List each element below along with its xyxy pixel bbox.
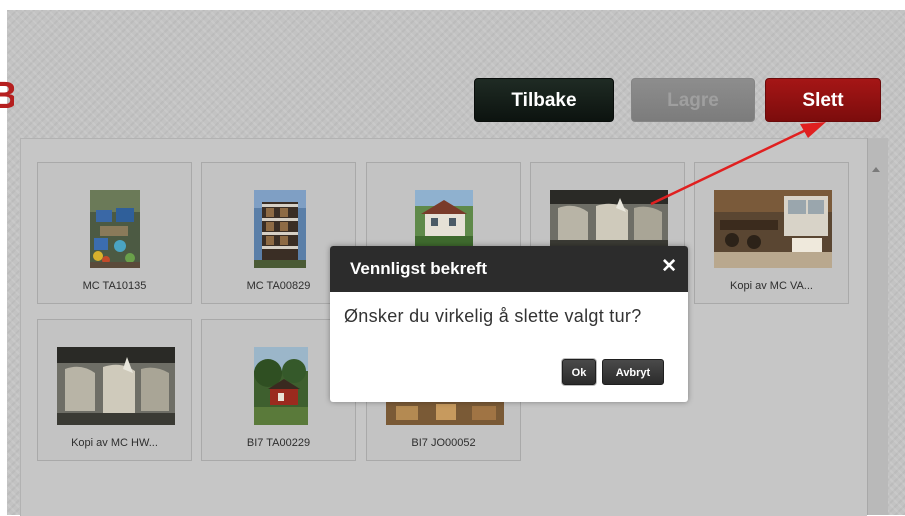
- tile-label: MC TA10135: [82, 280, 147, 292]
- tile-label: BI7 TA00229: [246, 437, 311, 449]
- white-house-photo: [415, 190, 473, 248]
- save-button[interactable]: Lagre: [631, 78, 755, 122]
- vertical-scrollbar[interactable]: [867, 138, 888, 515]
- ok-button[interactable]: Ok: [562, 359, 596, 385]
- gallery-tile[interactable]: MC TA10135: [37, 162, 192, 304]
- back-button[interactable]: Tilbake: [474, 78, 614, 122]
- scroll-up-arrow-icon[interactable]: [872, 167, 880, 172]
- cancel-button[interactable]: Avbryt: [602, 359, 664, 385]
- gallery-tile[interactable]: Kopi av MC VA...: [694, 162, 849, 304]
- lounge-chairs-photo: [57, 347, 175, 425]
- dialog-title: Vennligst bekreft: [350, 259, 487, 278]
- interior-photo: [386, 402, 504, 425]
- delete-button[interactable]: Slett: [765, 78, 881, 122]
- top-edge: [0, 0, 905, 10]
- dialog-header: Vennligst bekreft ✕: [330, 246, 688, 292]
- tile-label: Kopi av MC HW...: [71, 437, 158, 449]
- lounge-chairs-photo: [550, 190, 668, 248]
- red-cabin-photo: [254, 347, 308, 425]
- tile-label: Kopi av MC VA...: [730, 280, 813, 292]
- tile-label: BI7 JO00052: [411, 437, 476, 449]
- garden-patio-photo: [90, 190, 140, 268]
- kitchen-interior-photo: [714, 190, 832, 268]
- close-icon[interactable]: ✕: [661, 257, 677, 277]
- gallery-tile[interactable]: Kopi av MC HW...: [37, 319, 192, 461]
- dialog-message: Ønsker du virkelig å slette valgt tur?: [344, 306, 642, 326]
- apartment-building-photo: [254, 190, 306, 268]
- logo-fragment: B: [0, 76, 14, 116]
- confirm-dialog: Vennligst bekreft ✕ Ønsker du virkelig å…: [330, 246, 688, 402]
